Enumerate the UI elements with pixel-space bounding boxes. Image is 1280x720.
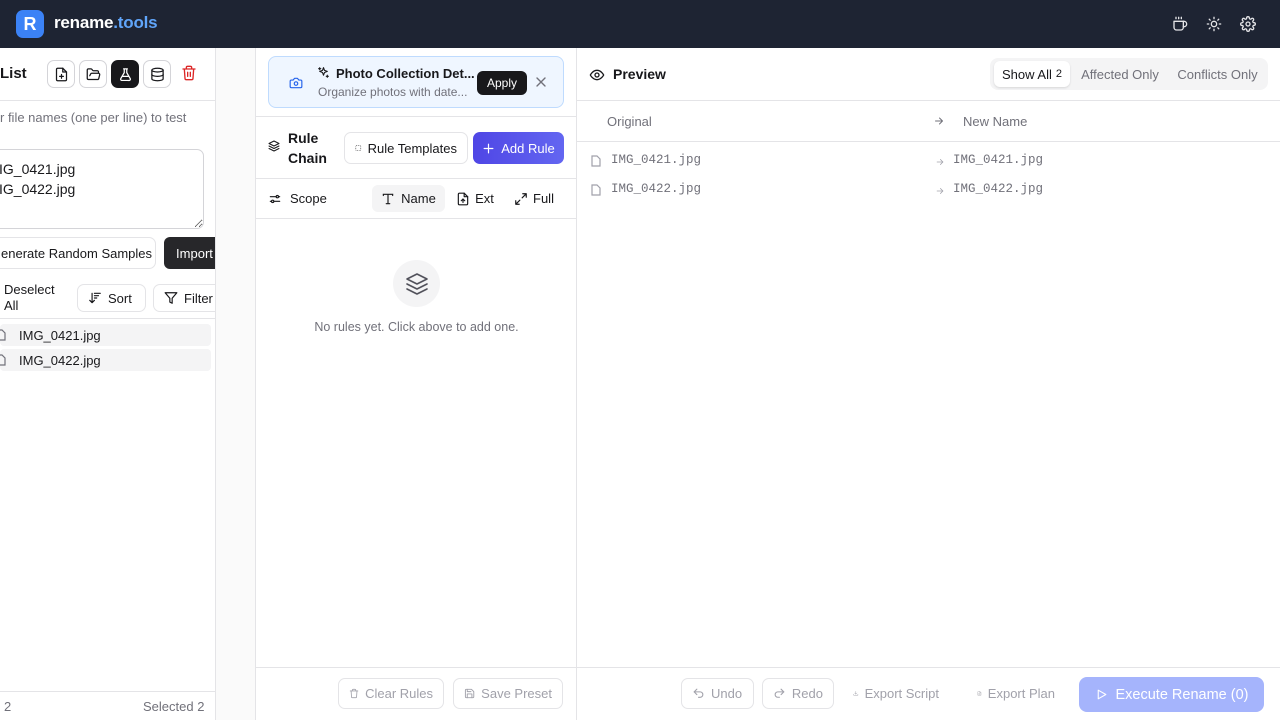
plus-icon xyxy=(483,143,494,153)
suggestion-title: Photo Collection Det... xyxy=(336,66,475,81)
file-icon xyxy=(0,354,6,366)
file-plus-icon xyxy=(55,67,67,81)
filter-button[interactable]: Filter xyxy=(153,284,215,312)
table-row: IMG_0421.jpg IMG_0421.jpg xyxy=(577,150,1280,174)
play-icon xyxy=(1097,689,1106,700)
suggestion-subtitle: Organize photos with date... xyxy=(318,85,468,99)
top-bar: R rename.tools xyxy=(0,0,1280,48)
filter-icon xyxy=(164,292,178,304)
sparkles-icon xyxy=(317,66,330,79)
type-icon xyxy=(382,193,394,204)
file-icon xyxy=(0,329,6,341)
selected-count: Selected 2 xyxy=(143,699,205,714)
column-new-name: New Name xyxy=(963,114,1028,129)
file-count: 2 xyxy=(4,699,12,714)
import-files-tooltip: Import Files xyxy=(164,237,215,269)
redo-icon xyxy=(774,688,785,698)
redo-button[interactable]: Redo xyxy=(762,678,834,709)
arrow-right-icon xyxy=(935,157,945,167)
arrow-right-icon xyxy=(935,186,945,196)
undo-button[interactable]: Undo xyxy=(681,678,754,709)
scope-name-tab[interactable]: Name xyxy=(372,185,445,212)
table-row: IMG_0422.jpg IMG_0422.jpg xyxy=(577,179,1280,203)
test-mode-button[interactable] xyxy=(111,60,139,88)
input-hint: r file names (one per line) to test xyxy=(0,110,187,125)
save-icon xyxy=(464,688,475,699)
template-icon xyxy=(355,145,362,151)
column-original: Original xyxy=(607,114,652,129)
list-item[interactable]: IMG_0421.jpg xyxy=(0,324,211,346)
coffee-icon[interactable] xyxy=(1170,14,1190,34)
download-icon xyxy=(853,691,859,696)
suggestion-card: Photo Collection Det... Organize photos … xyxy=(268,56,564,108)
file-list-panel: List r file names (one per line) to test… xyxy=(0,48,216,720)
file-ext-icon xyxy=(457,192,469,205)
clear-rules-button[interactable]: Clear Rules xyxy=(338,678,444,709)
brand-name: rename.tools xyxy=(54,13,158,32)
panel-divider xyxy=(216,48,256,720)
scope-label: Scope xyxy=(290,191,327,206)
trash-icon[interactable] xyxy=(181,65,197,81)
close-icon[interactable] xyxy=(536,77,546,87)
open-folder-button[interactable] xyxy=(79,60,107,88)
database-button[interactable] xyxy=(143,60,171,88)
rule-chain-title: Rule Chain xyxy=(288,130,327,166)
add-rule-button[interactable]: Add Rule xyxy=(473,132,564,164)
trash-icon xyxy=(349,688,359,699)
rule-templates-button[interactable]: Rule Templates xyxy=(344,132,468,164)
folder-open-icon xyxy=(86,67,100,80)
sliders-icon xyxy=(268,192,282,206)
file-names-textarea[interactable] xyxy=(0,149,204,229)
undo-icon xyxy=(693,688,704,698)
save-preset-button[interactable]: Save Preset xyxy=(453,678,563,709)
database-icon xyxy=(150,67,164,81)
expand-icon xyxy=(515,192,527,205)
generate-samples-button[interactable]: enerate Random Samples xyxy=(0,237,156,269)
empty-rules-text: No rules yet. Click above to add one. xyxy=(314,320,519,334)
camera-icon xyxy=(289,76,303,90)
app-logo: R xyxy=(16,10,44,38)
deselect-all-button[interactable]: Deselect All xyxy=(4,282,64,314)
file-text-icon xyxy=(977,691,982,696)
file-icon xyxy=(591,184,601,196)
sort-button[interactable]: Sort xyxy=(77,284,146,312)
list-item[interactable]: IMG_0422.jpg xyxy=(0,349,211,371)
arrow-right-icon xyxy=(933,115,945,127)
flask-icon xyxy=(119,67,131,81)
scope-ext-tab[interactable]: Ext xyxy=(452,185,498,212)
rule-chain-panel: Photo Collection Det... Organize photos … xyxy=(256,48,577,720)
tab-show-all[interactable]: Show All 2 xyxy=(994,61,1070,87)
export-plan-button[interactable]: Export Plan xyxy=(966,678,1066,709)
sun-icon[interactable] xyxy=(1204,14,1224,34)
tab-affected-only[interactable]: Affected Only xyxy=(1073,61,1167,87)
execute-rename-button[interactable]: Execute Rename (0) xyxy=(1079,677,1264,712)
export-script-button[interactable]: Export Script xyxy=(842,678,950,709)
layers-icon xyxy=(268,140,280,152)
preview-title: Preview xyxy=(613,66,666,82)
eye-icon xyxy=(589,67,605,83)
preview-panel: Preview Show All 2 Affected Only Conflict… xyxy=(577,48,1280,720)
panel-title: List xyxy=(0,65,27,82)
apply-button[interactable]: Apply xyxy=(477,71,527,95)
gear-icon[interactable] xyxy=(1238,14,1258,34)
file-icon xyxy=(591,155,601,167)
tab-conflicts-only[interactable]: Conflicts Only xyxy=(1171,61,1264,87)
sort-icon xyxy=(89,292,101,304)
add-file-button[interactable] xyxy=(47,60,75,88)
empty-layers-icon xyxy=(393,260,440,307)
scope-full-tab[interactable]: Full xyxy=(510,185,558,212)
